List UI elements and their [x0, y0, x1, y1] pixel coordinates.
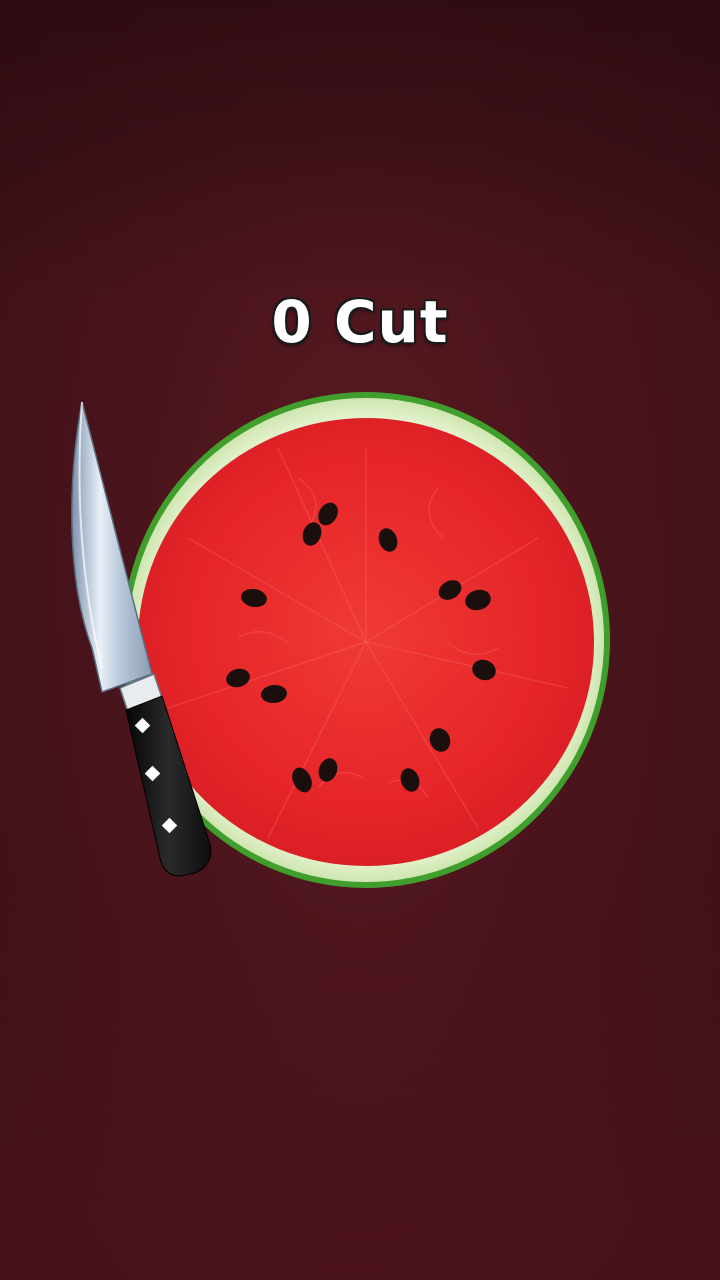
knife[interactable]: [62, 398, 222, 882]
cut-counter: 0 Cut: [271, 288, 449, 356]
background-vignette-bottom: [0, 880, 720, 1280]
background-vignette-top: [0, 0, 720, 300]
knife-blade: [71, 401, 153, 693]
knife-icon: [71, 401, 212, 877]
